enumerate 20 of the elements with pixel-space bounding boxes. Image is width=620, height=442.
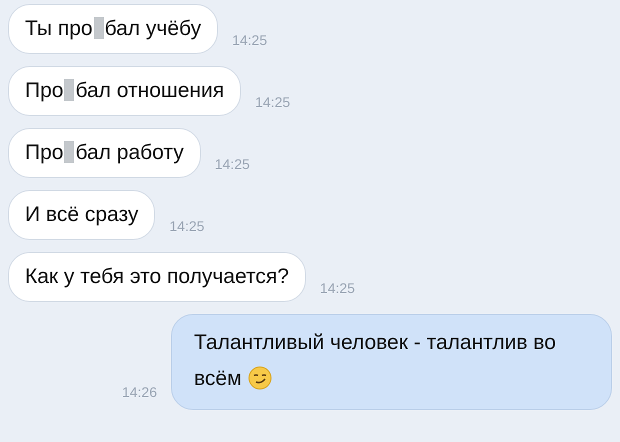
- message-time: 14:25: [232, 32, 268, 50]
- smirk-emoji-icon: [248, 366, 272, 390]
- message-text: всём: [194, 367, 242, 390]
- message-text: И всё сразу: [25, 203, 138, 226]
- message-text: Про: [25, 141, 64, 164]
- censor-block-icon: [64, 79, 74, 101]
- message-text: бал учёбу: [104, 17, 202, 40]
- message-text: бал работу: [75, 141, 184, 164]
- message-time: 14:25: [320, 280, 355, 298]
- censor-block-icon: [64, 141, 74, 163]
- message-time: 14:25: [255, 94, 290, 112]
- message-time: 14:25: [214, 156, 250, 174]
- message-time: 14:25: [169, 218, 204, 236]
- message-text: Ты про: [25, 17, 93, 40]
- message-text: Про: [25, 79, 64, 102]
- message-text: Талантливый человек - талантлив во: [194, 331, 556, 354]
- message-time: 14:26: [122, 384, 157, 402]
- message-text: бал отношения: [75, 79, 224, 102]
- censor-block-icon: [94, 17, 104, 39]
- message-text: Как у тебя это получается?: [25, 265, 289, 288]
